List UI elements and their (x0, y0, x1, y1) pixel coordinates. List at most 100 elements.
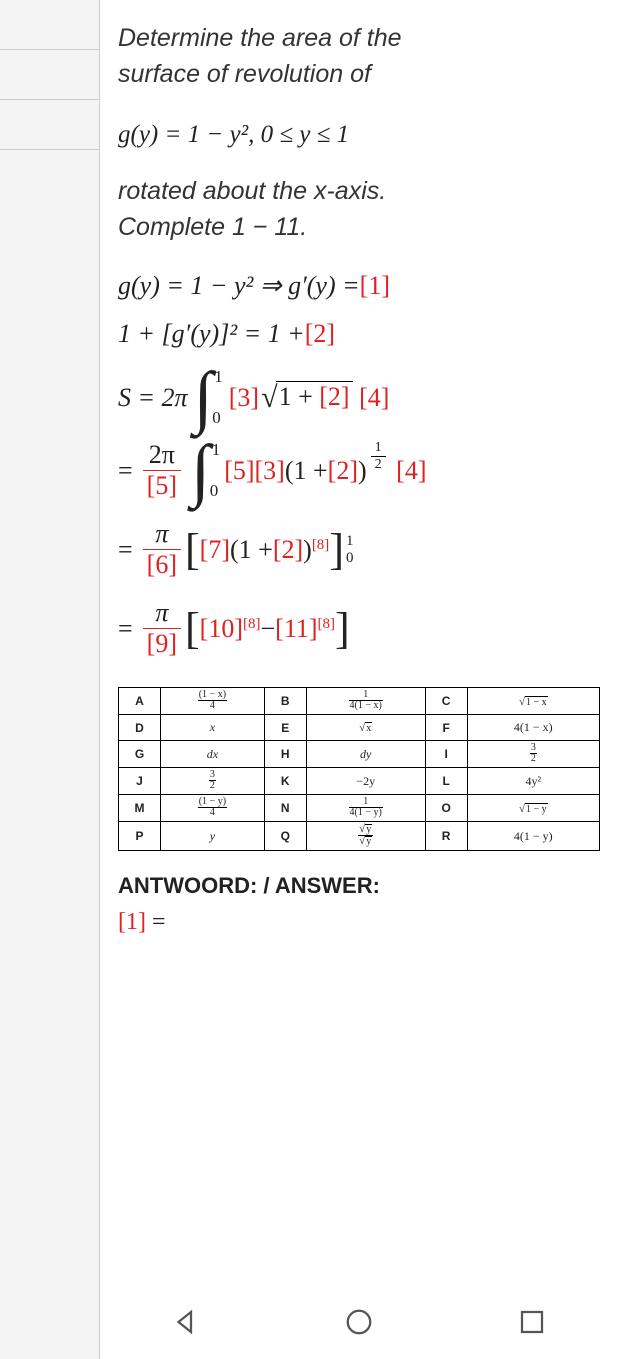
blank-11: [11] (275, 614, 317, 644)
integral-icon: ∫ 1 0 (191, 446, 210, 495)
opt-key: I (425, 741, 467, 768)
exp-num: 1 (371, 440, 386, 456)
step-5: = π [6] [ [7] (1 + [2]) [8] ] 1 0 (118, 519, 600, 580)
blank-8c: [8] (318, 616, 336, 633)
coeff-fraction-3: π [9] (143, 598, 181, 659)
table-row: D x E x F 4(1 − x) (119, 715, 600, 741)
int-lower: 0 (212, 412, 221, 424)
right-bracket: ] (329, 524, 344, 575)
int-upper: 1 (212, 444, 221, 456)
options-table: A (1 − x)4 B 14(1 − x) C 1 − x D x E x F… (118, 687, 600, 851)
blank-2c: [2] (328, 456, 358, 486)
problem-line: Determine the area of the (118, 20, 600, 56)
final-bracket: [ [10] [8] − [11] [8] ] (185, 603, 350, 654)
sidebar-block (0, 0, 99, 50)
integral-symbol-2: ∫ 1 0 (191, 446, 210, 495)
exp-den: 2 (371, 456, 386, 473)
int-upper: 1 (214, 371, 223, 383)
blank-5: [5] (143, 470, 181, 501)
solution-block: g(y) = 1 − y² ⇒ g′(y) = [1] 1 + [g′(y)]²… (118, 271, 600, 659)
opt-key: K (264, 768, 306, 795)
opt-val-I: 32 (467, 741, 599, 768)
frac-num: 2π (145, 440, 179, 470)
S-label: S = 2π (118, 383, 188, 413)
opt-key: R (425, 822, 467, 851)
problem-text-2: rotated about the x-axis. Complete 1 − 1… (118, 173, 600, 246)
eval-top: 1 (346, 533, 354, 550)
opt-val-M: (1 − y)4 (161, 795, 265, 822)
sqrt-inner-const: 1 + (279, 382, 320, 411)
recent-icon[interactable] (517, 1307, 547, 1342)
blank-10: [10] (200, 614, 243, 644)
opt-val-P: y (161, 822, 265, 851)
blank-6: [6] (143, 549, 181, 580)
step2-lhs: 1 + [g′(y)]² = 1 + (118, 319, 305, 349)
blank-4b: [4] (396, 456, 426, 486)
pi-2: π (151, 598, 172, 628)
integral-symbol: ∫ 1 0 (194, 373, 213, 422)
blank-8: [8] (312, 537, 330, 554)
table-row: G dx H dy I 32 (119, 741, 600, 768)
opt-val-K: −2y (306, 768, 425, 795)
left-bracket-2: [ (185, 603, 200, 654)
answer-blank-1: [1] (118, 909, 146, 935)
opt-key: A (119, 688, 161, 715)
sidebar (0, 0, 100, 1359)
opt-key: N (264, 795, 306, 822)
opt-key: H (264, 741, 306, 768)
blank-9: [9] (143, 628, 181, 659)
opt-key: F (425, 715, 467, 741)
blank-4: [4] (359, 383, 389, 413)
table-row: P y Q yy R 4(1 − y) (119, 822, 600, 851)
table-row: J 32 K −2y L 4y² (119, 768, 600, 795)
opt-key: E (264, 715, 306, 741)
opt-val-D: x (161, 715, 265, 741)
blank-3b: [3] (255, 456, 285, 486)
opt-key: G (119, 741, 161, 768)
blank-2d: [2] (273, 535, 303, 565)
equation-text: g(y) = 1 − y², 0 ≤ y ≤ 1 (118, 121, 349, 148)
opt-key: Q (264, 822, 306, 851)
step-6: = π [9] [ [10] [8] − [11] [8] ] (118, 598, 600, 659)
opt-key: D (119, 715, 161, 741)
blank-5b: [5] (224, 456, 254, 486)
home-icon[interactable] (344, 1307, 374, 1342)
opt-val-G: dx (161, 741, 265, 768)
opt-key: L (425, 768, 467, 795)
opt-key: M (119, 795, 161, 822)
sidebar-block (0, 50, 99, 100)
coeff-fraction-2: π [6] (143, 519, 181, 580)
exp-half: 1 2 (371, 440, 386, 473)
opt-val-N: 14(1 − y) (306, 795, 425, 822)
opt-key: J (119, 768, 161, 795)
pi: π (151, 519, 172, 549)
blank-2: [2] (305, 319, 335, 349)
opt-val-Q: yy (306, 822, 425, 851)
answer-line-1: [1] = (118, 909, 600, 936)
problem-equation: g(y) = 1 − y², 0 ≤ y ≤ 1 (118, 115, 600, 155)
eval-bracket: [ [7] (1 + [2]) [8] ] 1 0 (185, 524, 353, 575)
step1-lhs: g(y) = 1 − y² ⇒ g′(y) = (118, 271, 360, 301)
coeff-fraction: 2π [5] (143, 440, 181, 501)
eval-bot: 0 (346, 550, 354, 567)
sqrt-expr: 1 + [2] (261, 381, 352, 415)
table-row: M (1 − y)4 N 14(1 − y) O 1 − y (119, 795, 600, 822)
blank-8b: [8] (243, 616, 261, 633)
step-2: 1 + [g′(y)]² = 1 + [2] (118, 319, 600, 349)
step-1: g(y) = 1 − y² ⇒ g′(y) = [1] (118, 271, 600, 301)
integral-icon: ∫ 1 0 (194, 373, 213, 422)
int-lower: 0 (210, 485, 219, 497)
problem-line: Complete 1 − 11. (118, 209, 600, 245)
right-bracket-2: ] (335, 603, 350, 654)
opt-val-A: (1 − x)4 (161, 688, 265, 715)
back-icon[interactable] (171, 1307, 201, 1342)
opt-val-J: 32 (161, 768, 265, 795)
problem-text: Determine the area of the surface of rev… (118, 20, 600, 93)
content-area: Determine the area of the surface of rev… (100, 0, 618, 1359)
left-bracket: [ (185, 524, 200, 575)
opt-val-R: 4(1 − y) (467, 822, 599, 851)
android-navbar (100, 1289, 618, 1359)
opt-val-H: dy (306, 741, 425, 768)
opt-val-B: 14(1 − x) (306, 688, 425, 715)
table-row: A (1 − x)4 B 14(1 − x) C 1 − x (119, 688, 600, 715)
